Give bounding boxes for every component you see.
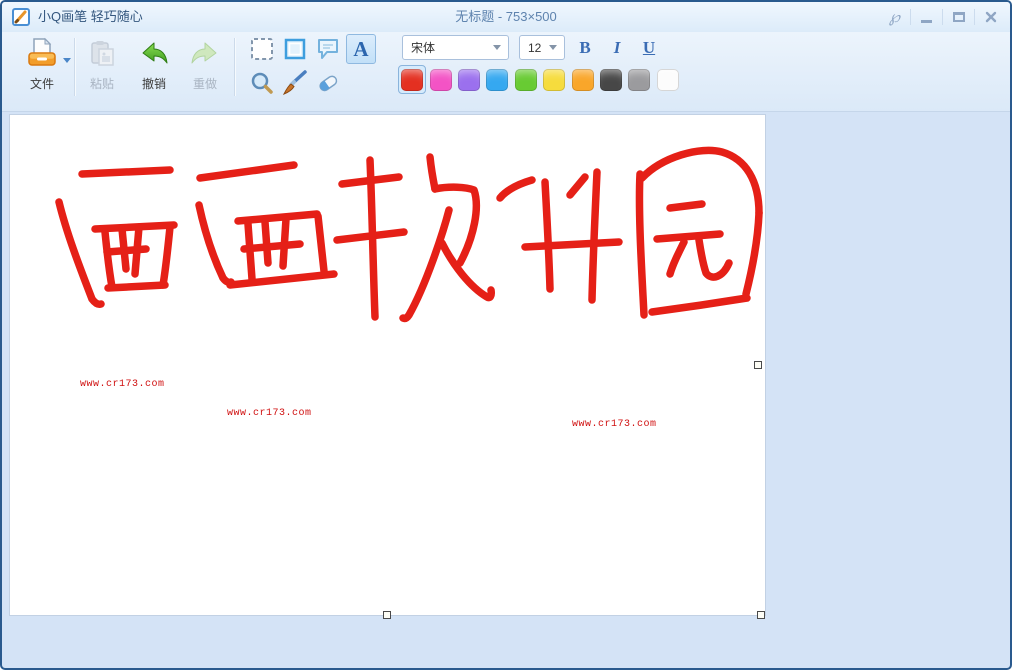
close-icon (985, 11, 996, 23)
tool-text[interactable]: A (346, 34, 376, 64)
color-swatch-purple[interactable] (455, 65, 483, 94)
color-swatch-green[interactable] (512, 65, 540, 94)
color-swatch-magenta[interactable] (426, 65, 454, 94)
swatch (571, 68, 594, 91)
tool-brush[interactable] (280, 68, 310, 98)
callout-icon (318, 39, 338, 59)
eraser-icon (319, 75, 338, 92)
font-size-select[interactable]: 12 (519, 35, 565, 60)
drawing-canvas[interactable]: www.cr173.com www.cr173.com www.cr173.co… (10, 115, 765, 615)
brush-icon (282, 70, 307, 95)
watermark: www.cr173.com (572, 419, 657, 430)
app-window: 小Q画笔 轻巧随心 无标题 - 753×500 ℘ 文件 粘贴 撤销 重做 A … (0, 0, 1012, 670)
italic-button[interactable]: I (605, 36, 629, 60)
redo-icon[interactable] (190, 39, 220, 69)
titlebar: 小Q画笔 轻巧随心 无标题 - 753×500 ℘ (2, 2, 1010, 32)
paste-icon[interactable] (87, 39, 117, 69)
color-swatch-red[interactable] (398, 65, 427, 94)
undo-icon[interactable] (139, 39, 169, 69)
undo-button[interactable]: 撤销 (130, 75, 178, 92)
file-button[interactable]: 文件 (18, 75, 66, 92)
file-icon[interactable] (25, 36, 59, 70)
swatch (457, 68, 480, 91)
close-button[interactable] (975, 6, 1006, 28)
divider (74, 38, 75, 96)
document-title: 无标题 - 753×500 (455, 9, 557, 24)
font-family-select[interactable]: 宋体 (402, 35, 509, 60)
tool-zoom[interactable] (247, 68, 277, 98)
magnifier-icon (251, 72, 273, 94)
redo-button[interactable]: 重做 (181, 75, 229, 92)
canvas-drawing (55, 146, 763, 323)
tool-eraser[interactable] (313, 68, 343, 98)
resize-handle-bottom[interactable] (383, 611, 391, 619)
feedback-button[interactable]: ℘ (879, 6, 910, 28)
swatch (543, 68, 566, 91)
color-swatch-dark-gray[interactable] (597, 65, 625, 94)
underline-button[interactable]: U (637, 36, 661, 60)
swatch (486, 68, 509, 91)
divider (234, 38, 235, 96)
color-swatch-gray[interactable] (625, 65, 653, 94)
color-swatch-yellow[interactable] (540, 65, 568, 94)
watermark: www.cr173.com (227, 408, 312, 419)
font-size-value: 12 (528, 40, 542, 55)
file-dropdown-arrow-icon[interactable] (63, 58, 71, 63)
color-palette (398, 65, 682, 94)
tool-marquee-select[interactable] (247, 34, 277, 64)
feedback-icon: ℘ (888, 9, 901, 26)
text-tool-icon: A (353, 36, 369, 61)
paste-button[interactable]: 粘贴 (78, 75, 126, 92)
window-controls: ℘ (879, 6, 1006, 28)
rectangle-icon (284, 38, 306, 60)
swatch (656, 68, 679, 91)
minimize-icon (921, 19, 932, 23)
maximize-icon (952, 12, 965, 22)
marquee-icon (251, 38, 273, 60)
bold-button[interactable]: B (573, 36, 597, 60)
chevron-down-icon (549, 45, 557, 50)
resize-handle-corner[interactable] (757, 611, 765, 619)
font-family-value: 宋体 (411, 41, 436, 55)
color-swatch-white[interactable] (654, 65, 682, 94)
maximize-button[interactable] (943, 6, 974, 28)
watermark: www.cr173.com (80, 379, 165, 390)
color-swatch-blue[interactable] (483, 65, 511, 94)
swatch (429, 68, 452, 91)
chevron-down-icon (493, 45, 501, 50)
swatch (401, 68, 424, 91)
swatch (628, 68, 651, 91)
tool-rectangle[interactable] (280, 34, 310, 64)
color-swatch-orange[interactable] (568, 65, 596, 94)
swatch (514, 68, 537, 91)
swatch (599, 68, 622, 91)
tool-callout[interactable] (313, 34, 343, 64)
toolbar: 文件 粘贴 撤销 重做 A 宋体 12 B I U (2, 32, 1010, 112)
minimize-button[interactable] (911, 6, 942, 28)
resize-handle-right[interactable] (754, 361, 762, 369)
